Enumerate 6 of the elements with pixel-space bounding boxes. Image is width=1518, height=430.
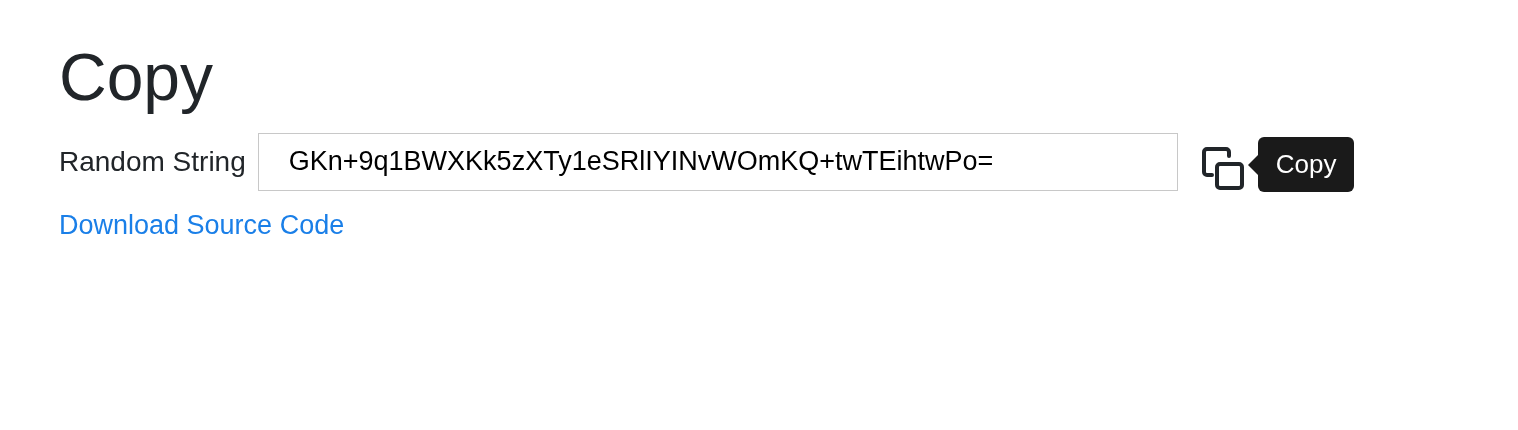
field-label: Random String — [59, 145, 246, 178]
random-string-field[interactable]: GKn+9q1BWXKk5zXTy1eSRlIYINvWOmKQ+twTEihtwPo= — [257, 132, 1178, 191]
copy-icon[interactable] — [1199, 144, 1246, 191]
download-link[interactable]: Download Source Code — [59, 210, 345, 242]
page-heading: Copy — [59, 39, 215, 116]
copy-tooltip: Copy — [1247, 137, 1355, 193]
